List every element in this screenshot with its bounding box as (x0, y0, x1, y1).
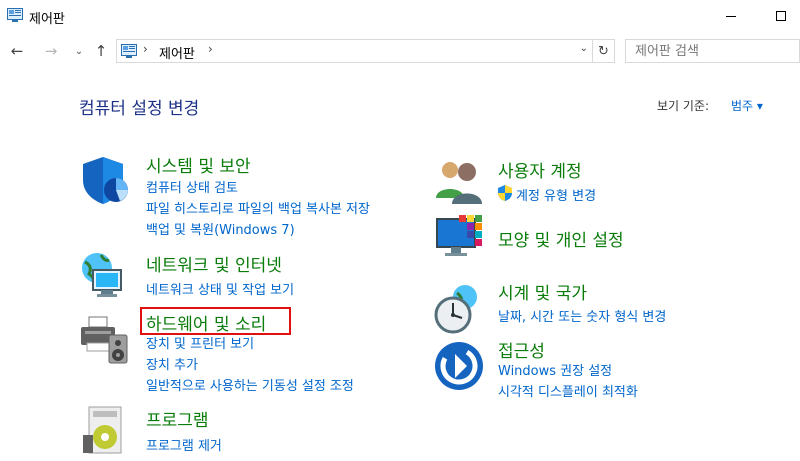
uac-shield-icon (498, 185, 512, 201)
category-appearance-personalization[interactable]: 모양 및 개인 설정 (498, 226, 624, 251)
category-clock-region[interactable]: 시계 및 국가 (498, 279, 587, 304)
shield-icon[interactable] (79, 154, 131, 206)
personalization-icon[interactable] (433, 213, 485, 265)
category-hardware-sound[interactable]: 하드웨어 및 소리 (146, 310, 266, 335)
clock-globe-icon[interactable] (433, 283, 485, 335)
link-mobility-settings[interactable]: 일반적으로 사용하는 기동성 설정 조정 (146, 375, 354, 394)
breadcrumb-item[interactable]: 제어판 (159, 43, 195, 62)
category-programs[interactable]: 프로그램 (146, 406, 209, 431)
programs-icon[interactable] (79, 405, 131, 457)
user-accounts-icon[interactable] (433, 156, 485, 208)
link-backup-restore[interactable]: 백업 및 복원(Windows 7) (146, 219, 295, 238)
back-button[interactable]: ← (6, 40, 28, 62)
navigation-bar: ← → ⌄ ↑ › 제어판 › ⌄ ↻ (0, 36, 800, 66)
link-uninstall-program[interactable]: 프로그램 제거 (146, 435, 222, 454)
link-date-time-format[interactable]: 날짜, 시간 또는 숫자 형식 변경 (498, 306, 666, 325)
link-change-account-type[interactable]: 계정 유형 변경 (516, 185, 596, 204)
control-panel-icon (121, 44, 137, 58)
refresh-icon: ↻ (598, 43, 609, 59)
refresh-button[interactable]: ↻ (593, 39, 615, 63)
category-network-internet[interactable]: 네트워크 및 인터넷 (146, 251, 282, 276)
up-button[interactable]: ↑ (90, 40, 112, 62)
link-file-history-backup[interactable]: 파일 히스토리로 파일의 백업 복사본 저장 (146, 198, 370, 217)
ease-of-access-icon[interactable] (433, 340, 485, 392)
search-input[interactable] (626, 40, 799, 63)
recent-locations-button[interactable]: ⌄ (68, 40, 90, 62)
window-title: 제어판 (29, 12, 65, 27)
title-bar: 제어판 (0, 0, 800, 32)
chevron-down-icon[interactable]: ⌄ (580, 43, 588, 54)
address-bar[interactable]: › 제어판 › ⌄ (116, 39, 593, 63)
link-devices-printers[interactable]: 장치 및 프린터 보기 (146, 333, 254, 352)
category-system-security[interactable]: 시스템 및 보안 (146, 152, 251, 177)
breadcrumb-separator[interactable]: › (208, 42, 213, 56)
category-ease-of-access[interactable]: 접근성 (498, 337, 545, 362)
link-recommended-settings[interactable]: Windows 권장 설정 (498, 360, 612, 379)
arrow-left-icon: ← (10, 42, 24, 60)
arrow-right-icon: → (44, 42, 58, 60)
link-network-status-tasks[interactable]: 네트워크 상태 및 작업 보기 (146, 279, 294, 298)
arrow-up-icon: ↑ (94, 42, 108, 60)
maximize-button[interactable] (758, 0, 800, 32)
link-review-computer-status[interactable]: 컴퓨터 상태 검토 (146, 177, 238, 196)
link-add-device[interactable]: 장치 추가 (146, 354, 198, 373)
forward-button[interactable]: → (40, 40, 62, 62)
view-by-label: 보기 기준: (657, 99, 710, 113)
control-panel-icon (7, 8, 23, 22)
page-title: 컴퓨터 설정 변경 (79, 99, 200, 119)
view-by-dropdown[interactable]: 범주 ▾ (731, 97, 763, 114)
chevron-down-icon: ⌄ (74, 45, 84, 57)
minimize-icon (726, 15, 736, 17)
search-box[interactable] (625, 39, 800, 63)
breadcrumb-separator[interactable]: › (143, 42, 148, 56)
minimize-button[interactable] (708, 0, 754, 32)
link-optimize-display[interactable]: 시각적 디스플레이 최적화 (498, 381, 638, 400)
printer-speaker-icon[interactable] (79, 313, 131, 365)
maximize-icon (776, 11, 786, 21)
network-icon[interactable] (79, 250, 131, 302)
category-user-accounts[interactable]: 사용자 계정 (498, 157, 582, 182)
